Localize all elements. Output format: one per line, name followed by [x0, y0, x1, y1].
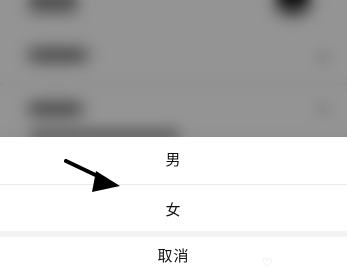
- gender-action-sheet: 男 女 取消: [0, 137, 347, 274]
- option-female[interactable]: 女: [0, 187, 347, 231]
- cancel-button[interactable]: 取消: [0, 237, 347, 274]
- divider: [0, 184, 347, 185]
- watermark: ♡: [262, 256, 273, 270]
- option-male[interactable]: 男: [0, 137, 347, 181]
